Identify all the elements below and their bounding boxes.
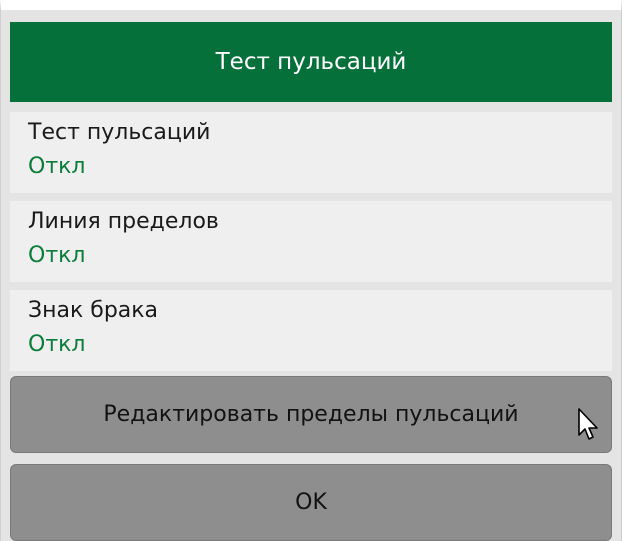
edit-ripple-limits-label: Редактировать пределы пульсаций [103,402,519,427]
ok-button[interactable]: OK [10,464,612,541]
menu-item-value: Откл [28,243,86,268]
menu-item-value: Откл [28,332,86,357]
menu-title: Тест пульсаций [215,49,407,75]
menu-item-ripple-test[interactable]: Тест пульсаций Откл [10,112,612,193]
menu-item-limit-line[interactable]: Линия пределов Откл [10,201,612,282]
ripple-test-menu-panel: Тест пульсаций Тест пульсаций Откл Линия… [0,0,622,541]
menu-item-fail-sign[interactable]: Знак брака Откл [10,290,612,371]
edit-ripple-limits-button[interactable]: Редактировать пределы пульсаций [10,376,612,453]
menu-item-value: Откл [28,154,86,179]
mouse-pointer-icon [578,408,598,440]
menu-item-label: Линия пределов [28,209,219,234]
menu-item-label: Тест пульсаций [28,120,211,145]
ok-label: OK [295,490,327,515]
menu-item-label: Знак брака [28,298,159,323]
menu-title-bar: Тест пульсаций [10,22,612,102]
